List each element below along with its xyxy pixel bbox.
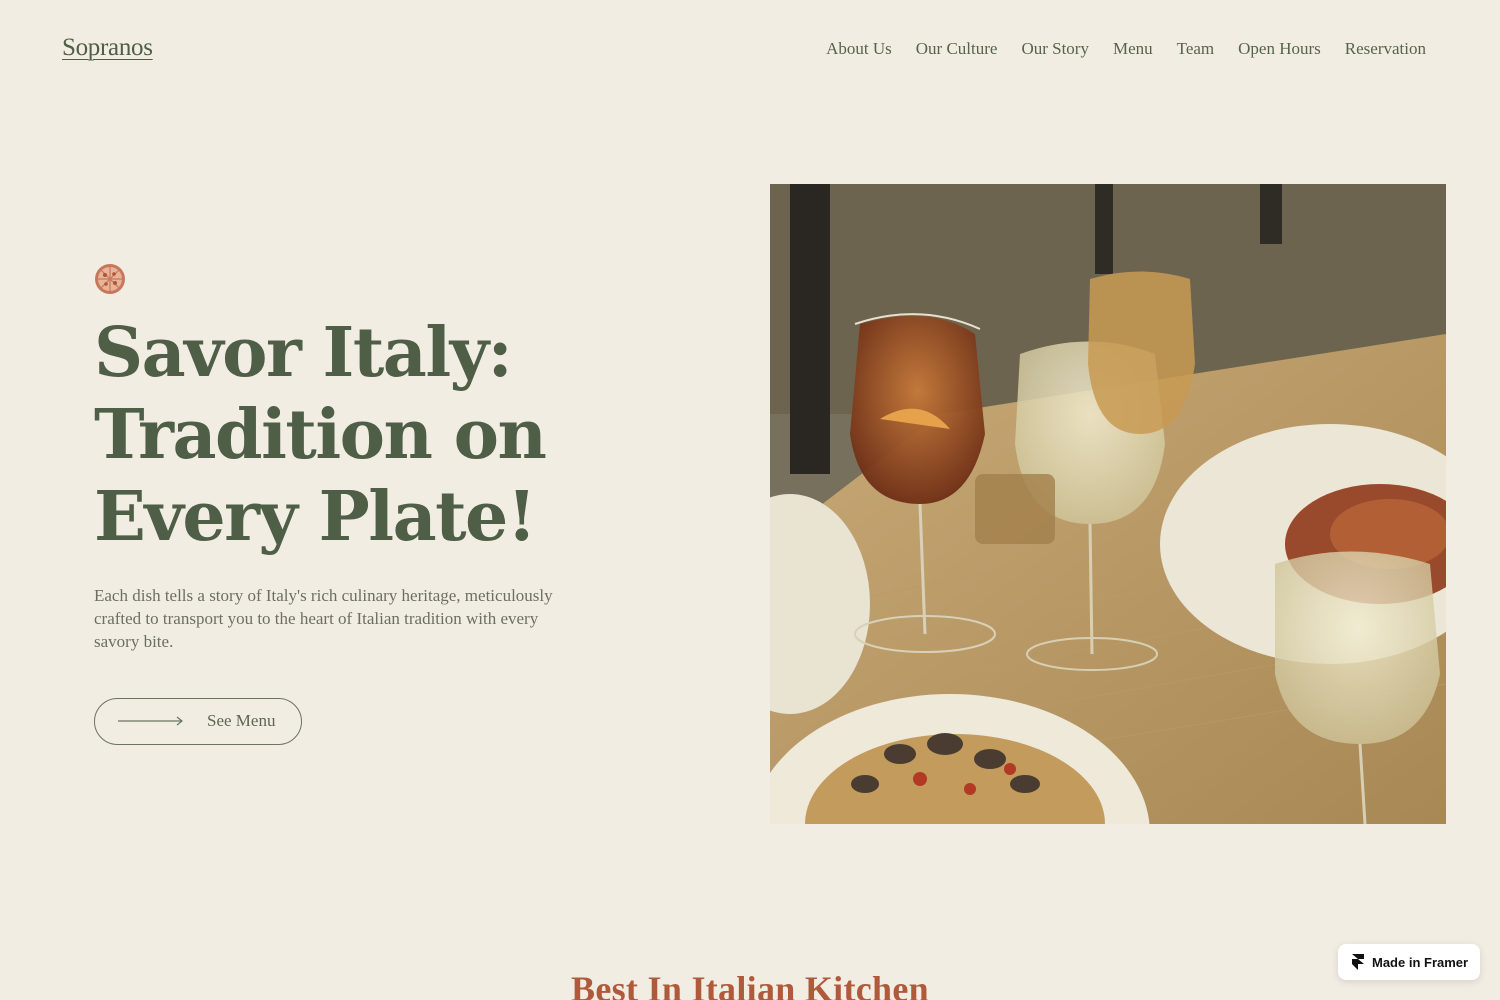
nav-item-reservation[interactable]: Reservation (1345, 39, 1426, 59)
made-in-framer-label: Made in Framer (1372, 954, 1469, 970)
nav-item-our-story[interactable]: Our Story (1021, 39, 1089, 59)
nav-item-our-culture[interactable]: Our Culture (916, 39, 998, 59)
pizza-icon (95, 264, 125, 294)
brand-logo[interactable]: Sopranos (62, 34, 153, 62)
main-nav: About Us Our Culture Our Story Menu Team… (826, 39, 1426, 59)
nav-item-menu[interactable]: Menu (1113, 39, 1153, 59)
hero-description: Each dish tells a story of Italy's rich … (94, 586, 553, 651)
hero-headline-line: Savor Italy: (94, 313, 513, 393)
hero-headline-line: Tradition on (94, 395, 547, 475)
arrow-right-icon (118, 716, 183, 726)
see-menu-button[interactable]: See Menu (94, 698, 302, 745)
nav-item-about-us[interactable]: About Us (826, 39, 892, 59)
see-menu-label: See Menu (207, 711, 276, 730)
hero-headline-line: Every Plate! (94, 477, 537, 557)
nav-item-open-hours[interactable]: Open Hours (1238, 39, 1321, 59)
framer-logo-icon (1352, 954, 1364, 970)
nav-item-team[interactable]: Team (1177, 39, 1215, 59)
hero-headline: Savor Italy: Tradition on Every Plate! (94, 312, 654, 558)
section-title: Best In Italian Kitchen (571, 969, 929, 1000)
made-in-framer-badge[interactable]: Made in Framer (1338, 944, 1480, 980)
restaurant-table-photo (770, 184, 1446, 824)
